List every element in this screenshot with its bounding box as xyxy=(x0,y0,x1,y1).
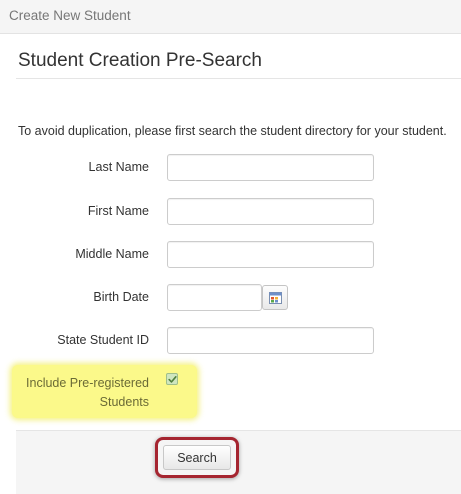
include-preregistered-label: Include Pre-registered Students xyxy=(9,374,149,412)
intro-text: To avoid duplication, please first searc… xyxy=(18,124,447,138)
page-title: Student Creation Pre-Search xyxy=(18,50,262,71)
search-button[interactable]: Search xyxy=(163,445,231,470)
state-student-id-label: State Student ID xyxy=(57,333,149,347)
title-divider xyxy=(16,78,461,79)
header-bar: Create New Student xyxy=(0,0,461,34)
birth-date-label: Birth Date xyxy=(93,290,149,304)
last-name-label: Last Name xyxy=(88,160,149,174)
first-name-field[interactable] xyxy=(167,198,374,225)
middle-name-field[interactable] xyxy=(167,241,374,268)
calendar-icon xyxy=(269,292,282,304)
search-button-callout: Search xyxy=(155,437,239,478)
birth-date-field[interactable] xyxy=(167,284,262,311)
last-name-field[interactable] xyxy=(167,154,374,181)
check-icon xyxy=(168,376,177,383)
include-preregistered-checkbox[interactable] xyxy=(166,373,178,385)
first-name-label: First Name xyxy=(87,204,149,218)
state-student-id-field[interactable] xyxy=(167,327,374,354)
include-preregistered-label-line2: Students xyxy=(99,395,149,409)
header-title: Create New Student xyxy=(9,8,131,23)
middle-name-label: Middle Name xyxy=(75,247,149,261)
date-picker-button[interactable] xyxy=(262,285,288,310)
include-preregistered-label-line1: Include Pre-registered xyxy=(26,376,149,390)
